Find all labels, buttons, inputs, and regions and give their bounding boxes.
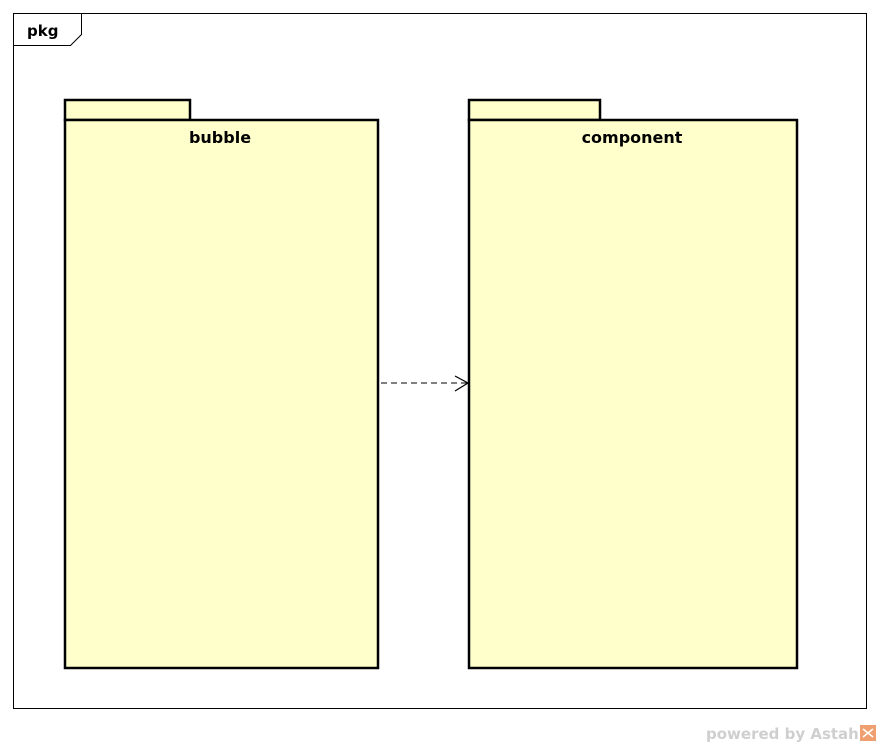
package-bubble-tab	[63, 98, 192, 122]
frame-label: pkg	[27, 22, 58, 40]
package-component-body	[467, 118, 799, 670]
package-bubble[interactable]: bubble	[63, 98, 380, 670]
astah-logo-icon	[859, 725, 876, 745]
package-bubble-body	[63, 118, 380, 670]
package-component-tab	[467, 98, 602, 122]
package-component-name: component	[582, 128, 683, 147]
package-component[interactable]: component	[467, 98, 799, 670]
watermark: powered by Astah	[706, 725, 876, 745]
package-diagram: pkg bubble component	[13, 13, 867, 709]
package-bubble-name: bubble	[189, 128, 251, 147]
watermark-text: powered by Astah	[706, 725, 859, 743]
